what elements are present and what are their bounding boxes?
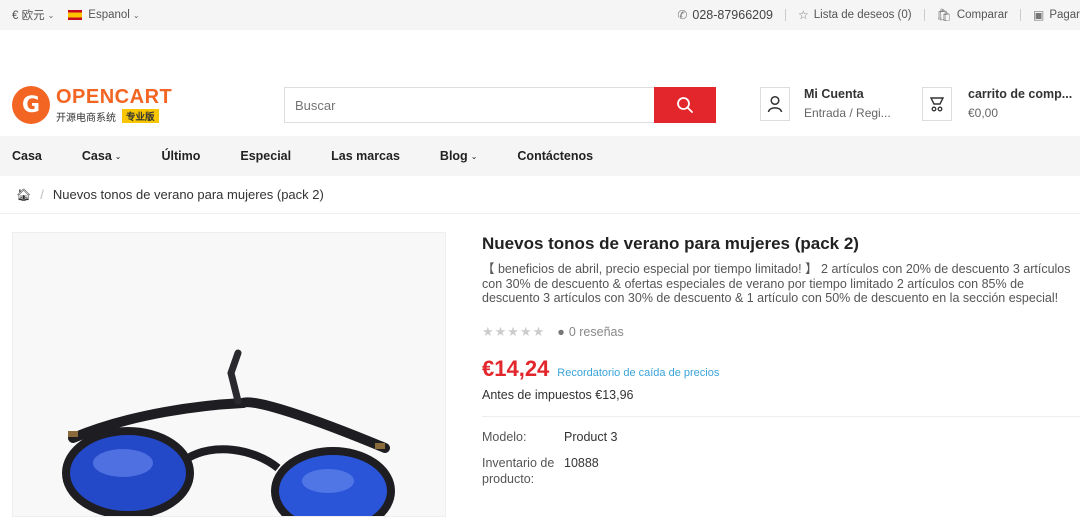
nav-item-home-dropdown[interactable]: Casa ⌄ [82, 149, 122, 163]
comment-icon: ● [557, 324, 565, 339]
nav-label: Las marcas [331, 149, 400, 163]
star-icon: ☆ [798, 8, 809, 22]
price-ex-tax: Antes de impuestos €13,96 [482, 387, 634, 402]
shopping-bag-icon: 🛍 [936, 8, 952, 22]
product-image[interactable] [12, 232, 446, 517]
wishlist-label: Lista de deseos (0) [813, 9, 912, 21]
product-description: 【 beneficios de abril, precio especial p… [482, 262, 1071, 305]
nav-label: Especial [240, 149, 292, 163]
cart-icon [922, 87, 952, 121]
nav-label: Casa [81, 149, 112, 163]
account-menu[interactable]: Mi Cuenta Entrada / Regi... [760, 87, 891, 121]
rating-row: ★★★★★ ● 0 reseñas [482, 324, 1080, 340]
search-input[interactable] [284, 87, 654, 123]
spec-label: Modelo: [482, 429, 527, 444]
language-dropdown[interactable]: Espanol ⌄ [68, 9, 140, 21]
main-nav: Casa Casa ⌄ Último Especial Las marcas Bl… [0, 136, 1080, 176]
user-icon [760, 87, 790, 121]
breadcrumb-separator: / [40, 187, 44, 202]
compare-label: Comparar [956, 9, 1008, 21]
divider [785, 9, 787, 21]
login-register-link[interactable]: Entrada / Regi... [804, 106, 891, 120]
search-button[interactable] [654, 87, 716, 123]
nav-label: Casa [12, 149, 42, 163]
logo-subtitle: 开源电商系统 [56, 112, 116, 124]
nav-label: Contáctenos [517, 149, 594, 163]
nav-item-brands[interactable]: Las marcas [331, 149, 400, 163]
logo-badge: 专业版 [122, 109, 159, 123]
phone-link[interactable]: ✆ 028-87966209 [677, 8, 773, 22]
chevron-down-icon: ⌄ [132, 10, 140, 20]
nav-item-blog[interactable]: Blog ⌄ [440, 149, 477, 163]
divider [923, 9, 925, 21]
compare-link[interactable]: 🛍 Comparar [937, 8, 1008, 22]
logo-mark-icon: G [12, 86, 50, 124]
nav-item-special[interactable]: Especial [240, 149, 291, 163]
divider [1019, 9, 1021, 21]
cart-title: carrito de comp... [968, 87, 1073, 101]
checkout-label: Pagar [1049, 9, 1080, 21]
search-bar [284, 87, 716, 123]
spec-label: Inventario de producto: [482, 455, 555, 486]
spec-model: Modelo: Product 3 [482, 429, 1080, 445]
checkout-link[interactable]: ▣ Pagar [1033, 8, 1080, 22]
cart-button[interactable]: carrito de comp... €0,00 [922, 87, 1072, 121]
breadcrumb: 🏠︎ / Nuevos tonos de verano para mujeres… [0, 176, 1080, 214]
nav-item-contact[interactable]: Contáctenos [517, 149, 593, 163]
price-drop-reminder-link[interactable]: Recordatorio de caída de precios [557, 367, 719, 379]
divider [482, 415, 1080, 417]
top-bar: € 欧元 ⌄ Espanol ⌄ ✆ 028-87966209 ☆ Lista … [0, 0, 1080, 30]
spec-stock: Inventario de producto: 10888 [482, 455, 1080, 487]
spain-flag-icon [68, 10, 83, 20]
spec-value: 10888 [564, 455, 599, 470]
cart-total: €0,00 [968, 106, 999, 120]
chevron-down-icon: ⌄ [114, 151, 122, 161]
language-label: Espanol [88, 9, 130, 21]
search-icon [677, 97, 693, 113]
credit-card-icon: ▣ [1032, 8, 1045, 22]
nav-item-latest[interactable]: Último [161, 149, 200, 163]
nav-item-home[interactable]: Casa [12, 149, 42, 163]
chevron-down-icon: ⌄ [470, 151, 478, 161]
product-section: Nuevos tonos de verano para mujeres (pac… [0, 214, 1080, 517]
home-icon[interactable]: 🏠︎ [16, 188, 31, 202]
account-title: Mi Cuenta [804, 87, 864, 101]
spec-value: Product 3 [564, 429, 618, 444]
wishlist-link[interactable]: ☆ Lista de deseos (0) [798, 8, 912, 22]
product-title: Nuevos tonos de verano para mujeres (pac… [482, 234, 859, 253]
nav-label: Blog [439, 149, 468, 163]
currency-dropdown[interactable]: € 欧元 ⌄ [12, 7, 54, 23]
chevron-down-icon: ⌄ [47, 10, 55, 20]
logo-name: OPENCART [56, 85, 173, 108]
breadcrumb-current[interactable]: Nuevos tonos de verano para mujeres (pac… [53, 187, 324, 202]
price-row: €14,24 Recordatorio de caída de precios [482, 356, 1080, 382]
sunglasses-image [13, 233, 445, 516]
reviews-link[interactable]: 0 reseñas [569, 325, 624, 339]
logo[interactable]: G OPENCART 开源电商系统 专业版 [12, 86, 172, 124]
rating-stars: ★★★★★ [482, 323, 546, 339]
phone-number: 028-87966209 [692, 8, 774, 22]
nav-label: Último [161, 149, 201, 163]
currency-label: € 欧元 [12, 10, 45, 22]
product-price: €14,24 [482, 355, 550, 381]
header: G OPENCART 开源电商系统 专业版 Mi Cuenta En [0, 30, 1080, 136]
phone-icon: ✆ [677, 8, 688, 22]
product-info: Nuevos tonos de verano para mujeres (pac… [482, 234, 1080, 487]
